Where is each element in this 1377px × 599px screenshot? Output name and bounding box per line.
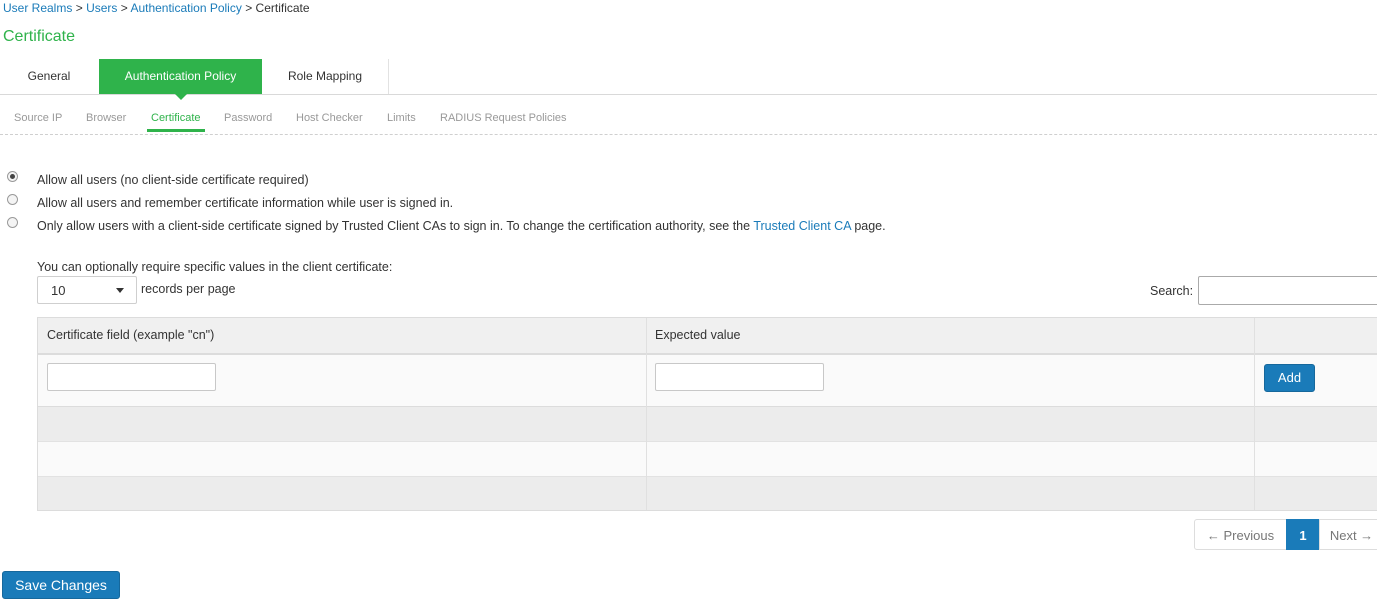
radio-label-allow-all-remember: Allow all users and remember certificate…: [37, 196, 454, 210]
column-header-expected-value: Expected value: [655, 328, 741, 342]
primary-tabs: General Authentication Policy Role Mappi…: [0, 59, 1377, 100]
records-per-page-value: 10: [51, 283, 66, 298]
table-header: Certificate field (example "cn") Expecte…: [38, 318, 1377, 355]
subtab-host-checker[interactable]: Host Checker: [296, 104, 363, 132]
certificate-values-table: Certificate field (example "cn") Expecte…: [37, 317, 1377, 511]
page-1-button[interactable]: 1: [1286, 519, 1320, 550]
breadcrumb-current: Certificate: [255, 1, 310, 15]
tab-role-mapping[interactable]: Role Mapping: [262, 59, 388, 94]
subtab-source-ip[interactable]: Source IP: [14, 104, 62, 132]
optional-note: You can optionally require specific valu…: [37, 260, 393, 274]
only-trusted-ca-suffix: page.: [854, 219, 886, 233]
trusted-client-ca-link[interactable]: Trusted Client CA: [753, 219, 851, 233]
radio-allow-all-users[interactable]: [7, 171, 18, 182]
only-trusted-ca-text: Only allow users with a client-side cert…: [37, 219, 751, 233]
subtab-browser[interactable]: Browser: [86, 104, 126, 132]
save-changes-button[interactable]: Save Changes: [2, 571, 120, 599]
breadcrumb-authentication-policy[interactable]: Authentication Policy: [130, 1, 241, 15]
column-divider: [646, 318, 647, 510]
breadcrumb: User Realms > Users > Authentication Pol…: [3, 0, 310, 16]
radio-allow-all-remember[interactable]: [7, 194, 18, 205]
search-label: Search:: [1150, 284, 1194, 298]
add-button[interactable]: Add: [1264, 364, 1315, 392]
records-per-page-select[interactable]: 10: [37, 276, 137, 304]
breadcrumb-separator: >: [245, 1, 253, 15]
table-row: [38, 442, 1377, 477]
subtab-certificate[interactable]: Certificate: [147, 104, 205, 132]
radio-label-allow-all-users: Allow all users (no client-side certific…: [37, 173, 309, 187]
subtab-password[interactable]: Password: [224, 104, 272, 132]
table-row-new-entry: Add: [38, 355, 1377, 407]
caret-down-icon: [116, 288, 124, 293]
radio-label-only-trusted-ca: Only allow users with a client-side cert…: [37, 218, 886, 234]
tab-general[interactable]: General: [0, 59, 98, 94]
search-input[interactable]: [1198, 276, 1377, 305]
tab-authentication-policy[interactable]: Authentication Policy: [99, 59, 262, 100]
subtab-limits[interactable]: Limits: [387, 104, 416, 132]
breadcrumb-separator: >: [75, 1, 83, 15]
column-divider: [1254, 318, 1255, 510]
breadcrumb-user-realms[interactable]: User Realms: [3, 1, 72, 15]
breadcrumb-users[interactable]: Users: [86, 1, 117, 15]
records-per-page-label: records per page: [141, 282, 236, 296]
table-row: [38, 477, 1377, 510]
column-header-certificate-field: Certificate field (example "cn"): [47, 328, 215, 342]
subtab-radius-request-policies[interactable]: RADIUS Request Policies: [440, 104, 567, 132]
next-page-button[interactable]: Next →: [1319, 519, 1377, 550]
radio-only-trusted-ca[interactable]: [7, 217, 18, 228]
page-title: Certificate: [3, 28, 76, 45]
secondary-tabs: Source IP Browser Certificate Password H…: [0, 104, 1377, 135]
breadcrumb-separator: >: [120, 1, 128, 15]
table-row: [38, 407, 1377, 442]
tab-divider: [388, 59, 389, 94]
previous-page-button[interactable]: ← Previous: [1194, 519, 1287, 550]
certificate-field-input[interactable]: [47, 363, 216, 391]
pagination: ← Previous 1 Next →: [1194, 519, 1377, 550]
expected-value-input[interactable]: [655, 363, 824, 391]
